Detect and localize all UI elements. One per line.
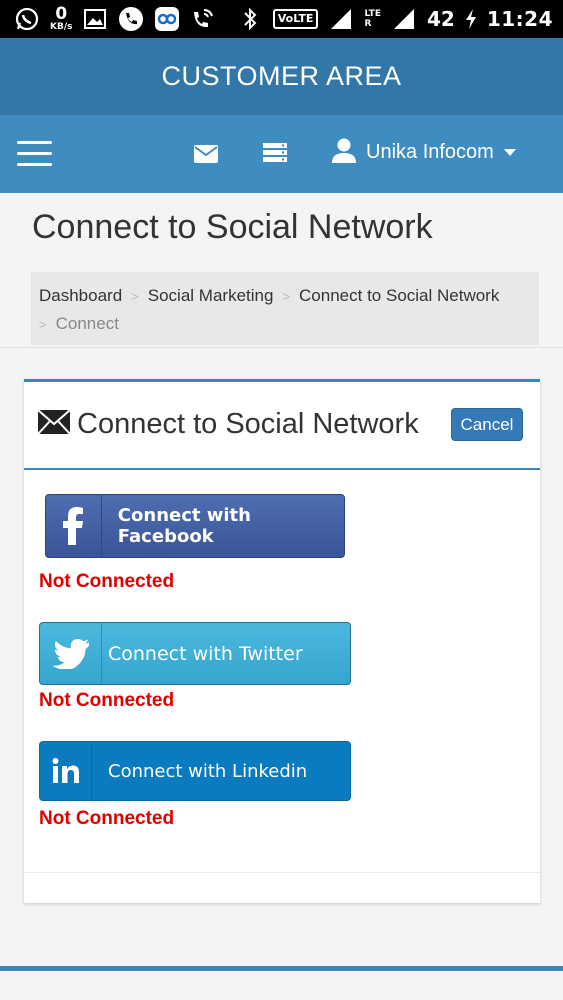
user-icon <box>332 137 356 168</box>
breadcrumb-separator: > <box>282 289 291 304</box>
twitter-status: Not Connected <box>39 690 175 711</box>
breadcrumb: Dashboard > Social Marketing > Connect to So… <box>31 272 539 345</box>
menu-icon[interactable] <box>17 141 52 167</box>
wifi-call-icon <box>190 6 216 32</box>
breadcrumb-separator: > <box>131 289 139 304</box>
footer-bar <box>0 966 563 971</box>
signal-icon <box>391 6 417 32</box>
lte-label: LTE <box>364 9 381 19</box>
linkedin-icon <box>40 742 92 800</box>
panel-footer <box>24 872 540 873</box>
network-type: LTE R <box>364 9 381 29</box>
breadcrumb-separator: > <box>39 317 47 332</box>
connect-linkedin-label: Connect with Linkedin <box>108 760 308 782</box>
signal-icon <box>328 6 354 32</box>
facebook-icon <box>46 495 102 557</box>
breadcrumb-item-social-marketing[interactable]: Social Marketing <box>148 286 274 305</box>
breadcrumb-item-dashboard[interactable]: Dashboard <box>39 286 122 305</box>
whatsapp-icon <box>14 6 40 32</box>
divider <box>0 347 563 348</box>
status-bar: 0 KB/s VoLTE LTE R 42 11:24 <box>0 0 563 38</box>
user-name: Unika Infocom <box>366 141 494 163</box>
app-header: CUSTOMER AREA <box>0 38 563 115</box>
app-icon <box>154 6 180 32</box>
envelope-icon <box>37 409 71 439</box>
server-icon[interactable] <box>263 143 287 168</box>
panel-header: Connect to Social Network Cancel <box>24 382 540 470</box>
bluetooth-icon <box>237 6 263 32</box>
network-speed-value: 0 <box>55 4 68 24</box>
network-speed: 0 KB/s <box>50 6 72 32</box>
battery-level: 42 <box>426 7 455 31</box>
gallery-icon <box>82 6 108 32</box>
battery-charging-icon <box>465 6 477 32</box>
breadcrumb-item-connect: Connect <box>55 314 119 333</box>
phone-icon <box>118 6 144 32</box>
linkedin-status: Not Connected <box>39 808 175 829</box>
navbar: Unika Infocom <box>0 115 563 193</box>
app-title: CUSTOMER AREA <box>161 61 402 91</box>
breadcrumb-item-connect-social[interactable]: Connect to Social Network <box>299 286 499 305</box>
twitter-icon <box>40 623 102 684</box>
network-speed-unit: KB/s <box>50 22 73 32</box>
caret-down-icon <box>503 144 516 162</box>
facebook-status: Not Connected <box>39 571 175 592</box>
user-menu[interactable]: Unika Infocom <box>332 137 516 168</box>
mail-icon[interactable] <box>194 145 218 168</box>
connect-facebook-button[interactable]: Connect with Facebook <box>45 494 345 558</box>
panel-title: Connect to Social Network <box>77 408 419 440</box>
volte-badge: VoLTE <box>272 9 319 29</box>
page-title: Connect to Social Network <box>32 208 433 246</box>
connect-facebook-label: Connect with Facebook <box>117 505 251 547</box>
clock: 11:24 <box>486 7 553 31</box>
connect-panel: Connect to Social Network Cancel Connect… <box>24 379 540 903</box>
connect-twitter-label: Connect with Twitter <box>108 642 303 665</box>
cancel-button[interactable]: Cancel <box>451 408 523 441</box>
roaming-label: R <box>364 19 372 29</box>
connect-twitter-button[interactable]: Connect with Twitter <box>39 622 351 685</box>
connect-linkedin-button[interactable]: Connect with Linkedin <box>39 741 351 801</box>
